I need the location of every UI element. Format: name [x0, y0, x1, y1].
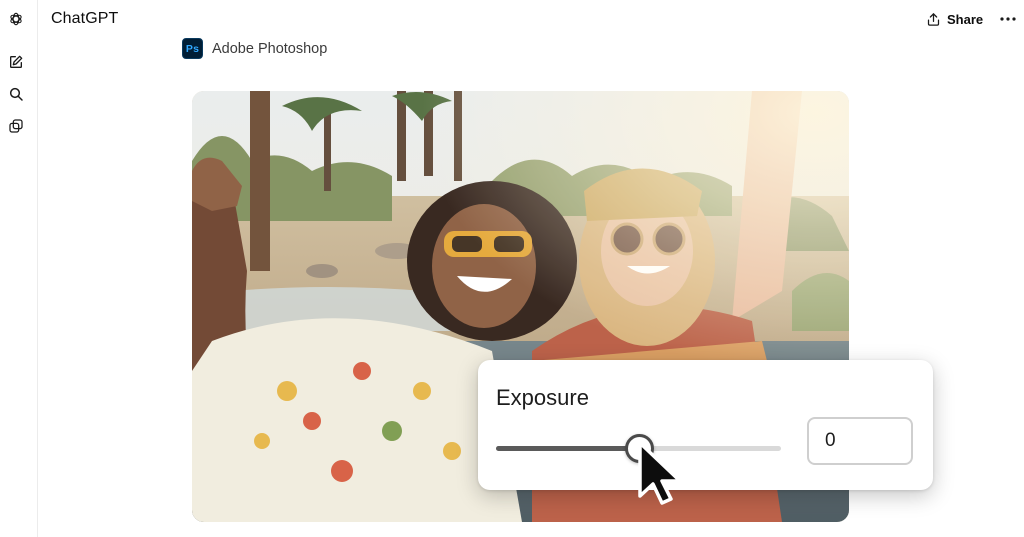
tool-name: Adobe Photoshop: [212, 40, 328, 57]
photoshop-logo-icon: Ps: [182, 38, 203, 59]
mouse-pointer-icon: [638, 441, 682, 505]
app-title[interactable]: ChatGPT: [51, 10, 118, 28]
exposure-panel: Exposure: [478, 360, 933, 490]
share-icon: [927, 12, 940, 26]
library-icon[interactable]: [4, 114, 28, 138]
openai-logo-icon[interactable]: [4, 7, 28, 31]
new-chat-icon[interactable]: [4, 50, 28, 74]
left-rail: [0, 0, 38, 537]
exposure-value-input[interactable]: [807, 417, 913, 465]
more-options-icon: [1000, 17, 1016, 21]
tool-header: Ps Adobe Photoshop: [182, 38, 327, 59]
chatgpt-app: ChatGPT Share Ps Adobe Photoshop Exposur…: [0, 0, 1024, 537]
more-options-button[interactable]: [996, 8, 1020, 30]
share-label: Share: [947, 11, 984, 27]
search-icon[interactable]: [4, 82, 28, 106]
exposure-label: Exposure: [496, 385, 589, 410]
share-button[interactable]: Share: [926, 8, 983, 30]
slider-fill: [496, 446, 639, 451]
